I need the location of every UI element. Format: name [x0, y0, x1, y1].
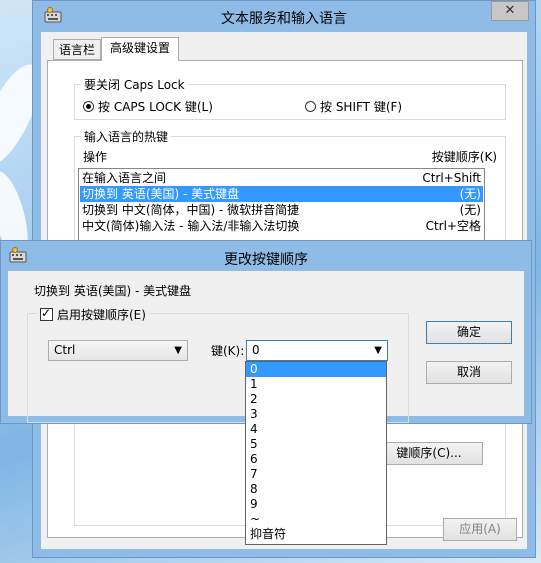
list-item[interactable]: 切换到 中文(简体，中国) - 微软拼音简捷 (无): [80, 202, 483, 218]
dropdown-option[interactable]: 8: [246, 482, 386, 497]
hotkey-group-label: 输入语言的热键: [81, 128, 172, 145]
enable-sequence-label: 启用按键顺序(E): [57, 308, 146, 322]
dropdown-option[interactable]: 5: [246, 437, 386, 452]
list-item-action: 中文(简体)输入法 - 输入法/非输入法切换: [82, 219, 300, 233]
dropdown-option[interactable]: 3: [246, 407, 386, 422]
checkbox: [40, 306, 53, 321]
list-item-action: 在输入语言之间: [82, 171, 167, 185]
list-item-action: 切换到 中文(简体，中国) - 微软拼音简捷: [82, 203, 300, 217]
dropdown-option-selected[interactable]: 0: [246, 362, 386, 377]
key-value: 0: [252, 343, 260, 357]
cancel-button[interactable]: 取消: [426, 361, 512, 384]
radio-dot: [305, 101, 316, 112]
dropdown-option[interactable]: 2: [246, 392, 386, 407]
close-button[interactable]: ✕: [491, 1, 529, 21]
enable-sequence-checkbox[interactable]: 启用按键顺序(E): [37, 306, 149, 323]
radio-caps-lock[interactable]: 按 CAPS LOCK 键(L): [83, 98, 213, 115]
column-header-action: 操作: [83, 150, 108, 164]
list-item-keys: (无): [459, 203, 481, 217]
list-item-keys: Ctrl+Shift: [422, 171, 481, 185]
radio-dot: [83, 101, 94, 112]
caps-lock-group: 要关闭 Caps Lock 按 CAPS LOCK 键(L) 按 SHIFT 键…: [74, 76, 506, 120]
chevron-down-icon: ▼: [174, 345, 182, 356]
close-icon: ✕: [504, 3, 516, 18]
key-dropdown-list[interactable]: 0 1 2 3 4 5 6 7 8 9 ~ 抑音符: [245, 361, 387, 545]
dropdown-option[interactable]: ~: [246, 512, 386, 527]
list-item[interactable]: 在输入语言之间 Ctrl+Shift: [80, 170, 483, 186]
window-title: 文本服务和输入语言: [221, 11, 347, 27]
dropdown-option[interactable]: 6: [246, 452, 386, 467]
dropdown-option[interactable]: 1: [246, 377, 386, 392]
change-key-sequence-button[interactable]: 键顺序(C)...: [375, 442, 483, 465]
dialog-title: 更改按键顺序: [224, 252, 308, 268]
tab-advanced-key-settings[interactable]: 高级键设置: [101, 37, 179, 61]
radio-caps-lock-label: 按 CAPS LOCK 键(L): [98, 100, 213, 114]
radio-shift-label: 按 SHIFT 键(F): [320, 100, 403, 114]
modifier-select[interactable]: Ctrl ▼: [48, 340, 188, 361]
ok-button[interactable]: 确定: [426, 321, 512, 344]
apply-button[interactable]: 应用(A): [443, 518, 517, 541]
list-item-action: 切换到 英语(美国) - 美式键盘: [82, 187, 240, 201]
list-item-keys: (无): [459, 187, 481, 201]
column-header-sequence: 按键顺序(K): [431, 150, 497, 164]
list-item-keys: Ctrl+空格: [425, 219, 481, 233]
dropdown-option[interactable]: 7: [246, 467, 386, 482]
chevron-down-icon: ▼: [374, 345, 382, 356]
list-item[interactable]: 中文(简体)输入法 - 输入法/非输入法切换 Ctrl+空格: [80, 218, 483, 234]
key-select[interactable]: 0 ▼: [246, 340, 388, 361]
key-label: 键(K):: [211, 344, 245, 358]
title-bar[interactable]: 文本服务和输入语言 ✕: [33, 1, 535, 31]
dropdown-option[interactable]: 抑音符: [246, 527, 386, 542]
list-item-selected[interactable]: 切换到 英语(美国) - 美式键盘 (无): [80, 186, 483, 202]
radio-shift[interactable]: 按 SHIFT 键(F): [305, 98, 402, 115]
caps-lock-group-label: 要关闭 Caps Lock: [81, 76, 188, 93]
tab-language-bar[interactable]: 语言栏: [53, 39, 101, 60]
modifier-value: Ctrl: [54, 343, 76, 357]
dropdown-option[interactable]: 4: [246, 422, 386, 437]
target-description: 切换到 英语(美国) - 美式键盘: [34, 284, 192, 298]
dropdown-option[interactable]: 9: [246, 497, 386, 512]
